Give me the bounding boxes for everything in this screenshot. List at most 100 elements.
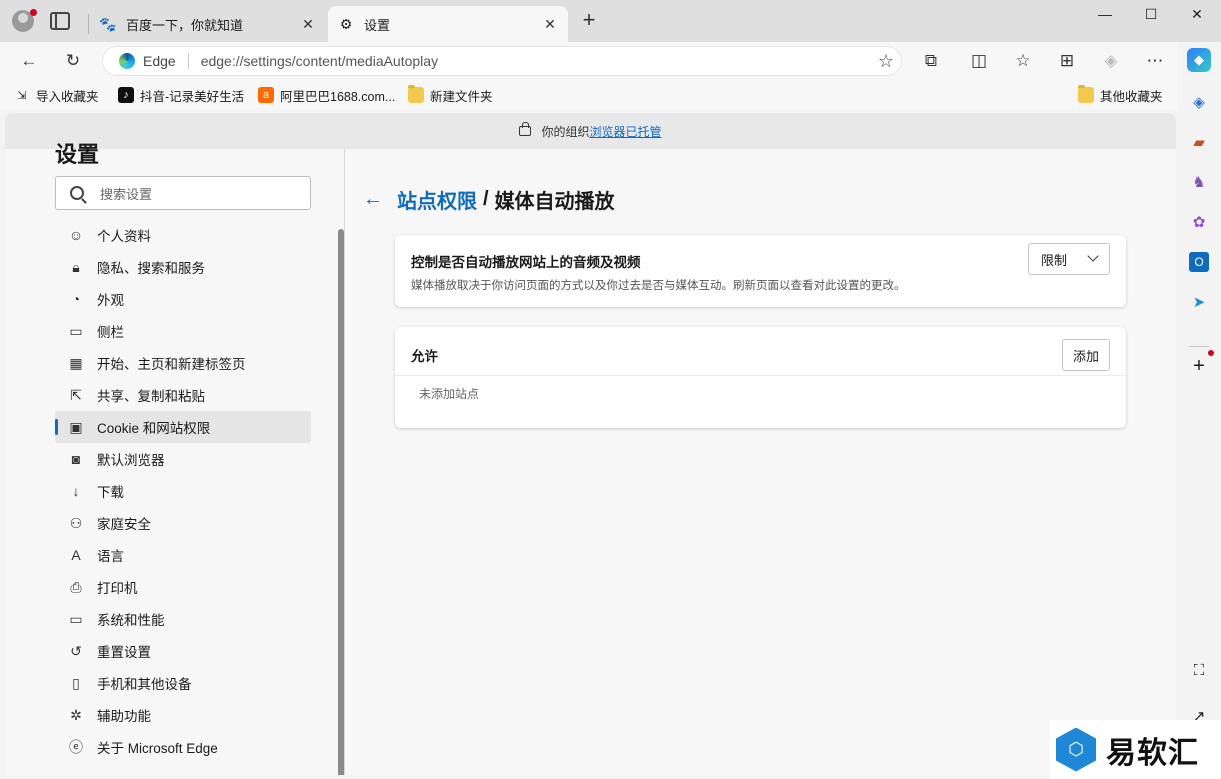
nav-item-default-browser[interactable]: ◙ 默认浏览器	[55, 443, 311, 475]
collections-icon[interactable]: ⊞	[1054, 48, 1080, 74]
settings-nav-list: ☺ 个人资料 🔒︎ 隐私、搜索和服务 ◔ 外观 ▭ 侧栏 ▦ 开始、主页和新建标签页 ⇱ 共…	[55, 219, 311, 763]
nav-item-system[interactable]: ▭ 系统和性能	[55, 603, 311, 635]
copilot-icon[interactable]: ◆	[1187, 48, 1211, 72]
nav-label: 默认浏览器	[97, 453, 165, 468]
extensions-puzzle-icon[interactable]: ⧉	[918, 48, 944, 74]
nav-item-accessibility[interactable]: ✲ 辅助功能	[55, 699, 311, 731]
sidebar-separator	[1189, 346, 1209, 347]
search-icon	[70, 186, 84, 200]
nav-item-family[interactable]: ⚇ 家庭安全	[55, 507, 311, 539]
outlook-icon[interactable]: O	[1189, 252, 1209, 272]
control-title: 控制是否自动播放网站上的音频及视频	[411, 255, 641, 270]
share-icon: ⇱	[70, 386, 82, 403]
folder-icon	[408, 85, 424, 103]
nav-item-privacy[interactable]: 🔒︎ 隐私、搜索和服务	[55, 251, 311, 283]
favorite-star-icon[interactable]: ☆	[871, 51, 901, 72]
breadcrumb: ← 站点权限 / 媒体自动播放	[363, 185, 615, 214]
nav-label: 语言	[97, 549, 124, 564]
refresh-button[interactable]: ↻	[60, 48, 86, 74]
nav-label: 下载	[97, 485, 124, 500]
address-bar[interactable]: Edge edge://settings/content/mediaAutopl…	[102, 46, 902, 76]
more-menu-icon[interactable]: ⋯	[1142, 48, 1168, 74]
home-icon: ▦	[69, 354, 83, 371]
autoplay-select-value: 限制	[1041, 252, 1068, 268]
favorites-icon[interactable]: ☆	[1010, 48, 1036, 74]
sidebar-icon: ▭	[69, 322, 83, 339]
cookie-icon: ▣	[69, 418, 83, 435]
microsoft365-icon[interactable]: ✿	[1189, 212, 1209, 232]
browser-essentials-icon[interactable]: ◈	[1098, 48, 1124, 74]
add-icon[interactable]: +	[1189, 355, 1209, 377]
allow-card: 允许 添加 未添加站点	[395, 327, 1126, 428]
autoplay-control-card: 控制是否自动播放网站上的音频及视频 媒体播放取决于你访问页面的方式以及你过去是否…	[395, 235, 1126, 307]
nav-label: 开始、主页和新建标签页	[97, 357, 246, 372]
nav-item-phone[interactable]: ▯ 手机和其他设备	[55, 667, 311, 699]
bookmarks-bar: ⇲ 导入收藏夹 ♪ 抖音-记录美好生活 a 阿里巴巴1688.com... 新建…	[0, 80, 1180, 110]
tab-settings[interactable]: ⚙ 设置 ✕	[328, 6, 568, 42]
gear-icon: ⚙	[339, 15, 353, 32]
nav-item-downloads[interactable]: ↓ 下载	[55, 475, 311, 507]
close-icon[interactable]: ✕	[300, 16, 316, 33]
watermark-text: 易软汇	[1106, 736, 1199, 770]
import-icon: ⇲	[17, 89, 27, 102]
add-site-button[interactable]: 添加	[1062, 339, 1110, 371]
settings-sidebar: 设置 搜索设置 ☺ 个人资料 🔒︎ 隐私、搜索和服务 ◔ 外观 ▭ 侧栏 ▦ 开始、主页和…	[5, 142, 345, 775]
breadcrumb-parent-link[interactable]: 站点权限	[397, 185, 477, 214]
bookmark-other[interactable]: 其他收藏夹	[1078, 85, 1163, 104]
edge-icon	[119, 53, 135, 69]
scrollbar-thumb[interactable]	[338, 229, 344, 775]
close-icon[interactable]: ✕	[542, 16, 558, 33]
profile-icon: ☺	[68, 227, 84, 243]
bookmark-import[interactable]: ⇲ 导入收藏夹	[14, 86, 98, 104]
nav-item-appearance[interactable]: ◔ 外观	[55, 283, 311, 315]
nav-item-language[interactable]: A 语言	[55, 539, 311, 571]
nav-label: 隐私、搜索和服务	[97, 261, 205, 276]
managed-infobar: 你的组织 浏览器已托管	[5, 113, 1176, 149]
tab-actions-icon[interactable]	[50, 12, 70, 30]
language-icon: A	[71, 547, 81, 563]
send-icon[interactable]: ➤	[1189, 292, 1209, 312]
title-bar: 🐾 百度一下，你就知道 ✕ ⚙ 设置 ✕ + — ☐ ✕	[0, 0, 1221, 42]
bookmark-douyin[interactable]: ♪ 抖音-记录美好生活	[118, 86, 244, 104]
maximize-button[interactable]: ☐	[1136, 6, 1166, 28]
search-input[interactable]: 搜索设置	[55, 176, 311, 210]
tab-baidu[interactable]: 🐾 百度一下，你就知道 ✕	[90, 6, 326, 42]
notification-dot	[1208, 350, 1214, 356]
nav-item-profile[interactable]: ☺ 个人资料	[55, 219, 311, 251]
nav-item-cookies[interactable]: ▣ Cookie 和网站权限	[55, 411, 311, 443]
nav-item-reset[interactable]: ↺ 重置设置	[55, 635, 311, 667]
screenshot-icon[interactable]: ⛶	[1189, 660, 1209, 680]
page-title: 媒体自动播放	[494, 191, 615, 213]
nav-label: 手机和其他设备	[97, 677, 192, 692]
settings-heading: 设置	[55, 142, 100, 167]
minimize-button[interactable]: —	[1090, 6, 1120, 28]
sidebar-scrollbar[interactable]	[336, 229, 344, 775]
tab-separator	[88, 14, 89, 34]
nav-item-sidebar[interactable]: ▭ 侧栏	[55, 315, 311, 347]
new-tab-button[interactable]: +	[578, 9, 600, 32]
nav-item-share[interactable]: ⇱ 共享、复制和粘贴	[55, 379, 311, 411]
family-icon: ⚇	[69, 514, 83, 531]
address-edge-label: Edge	[143, 53, 176, 69]
empty-state-text: 未添加站点	[419, 387, 480, 401]
baidu-paw-icon: 🐾	[99, 15, 117, 32]
shopping-tag-icon[interactable]: ◈	[1189, 92, 1209, 112]
close-window-button[interactable]: ✕	[1182, 6, 1212, 28]
split-screen-icon[interactable]: ◫	[966, 48, 992, 74]
autoplay-select[interactable]: 限制	[1028, 243, 1110, 275]
nav-item-about[interactable]: ⓔ 关于 Microsoft Edge	[55, 731, 311, 763]
nav-item-printers[interactable]: ⎙ 打印机	[55, 571, 311, 603]
back-button[interactable]: ←	[16, 48, 42, 74]
nav-item-start-home[interactable]: ▦ 开始、主页和新建标签页	[55, 347, 311, 379]
breadcrumb-separator: /	[483, 188, 489, 210]
url-text[interactable]: edge://settings/content/mediaAutoplay	[201, 53, 871, 69]
managed-link[interactable]: 浏览器已托管	[590, 123, 662, 140]
games-icon[interactable]: ♞	[1189, 172, 1209, 192]
tab-title: 设置	[364, 17, 391, 33]
tools-icon[interactable]: ▰	[1189, 132, 1209, 152]
bookmark-new-folder[interactable]: 新建文件夹	[408, 85, 493, 104]
bookmark-1688[interactable]: a 阿里巴巴1688.com...	[258, 86, 395, 104]
nav-label: 共享、复制和粘贴	[97, 389, 205, 404]
back-arrow-icon[interactable]: ←	[363, 188, 385, 211]
nav-label: 重置设置	[97, 645, 151, 660]
